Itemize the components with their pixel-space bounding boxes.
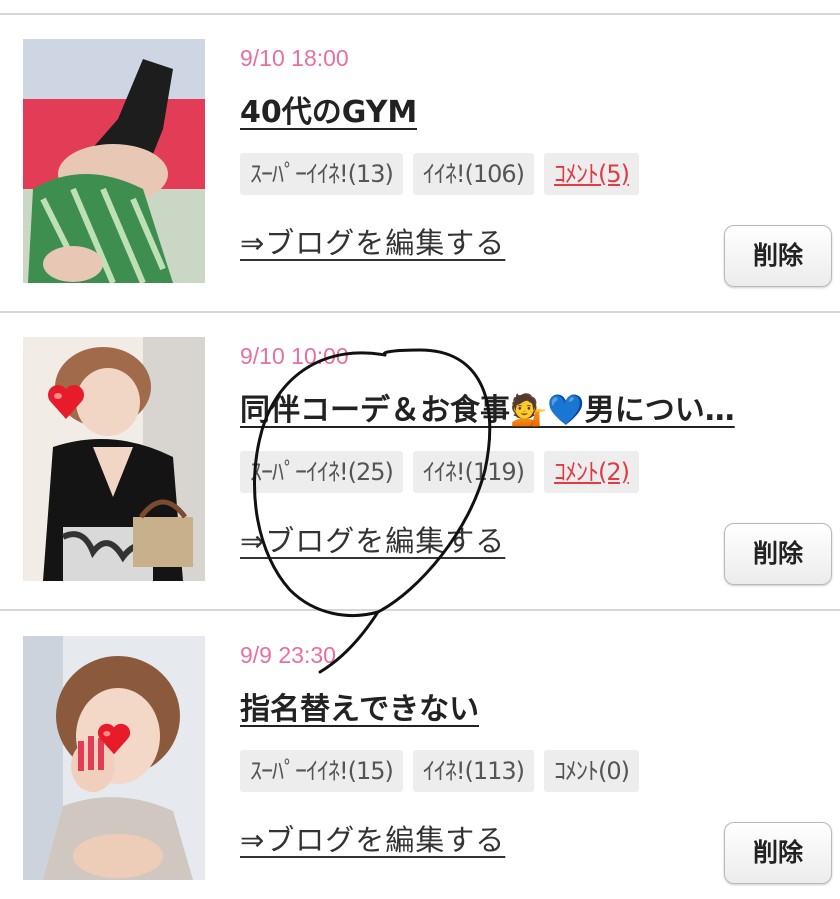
super-like-badge[interactable]: ｽｰﾊﾟｰｲｲﾈ!(15): [240, 750, 403, 792]
entry-title[interactable]: 指名替えできない: [240, 684, 479, 728]
delete-button[interactable]: 削除: [724, 225, 832, 287]
blog-entry: 9/9 23:30 指名替えできない ｽｰﾊﾟｰｲｲﾈ!(15) ｲｲﾈ!(11…: [0, 612, 840, 899]
entry-thumbnail[interactable]: [23, 39, 205, 283]
comment-badge[interactable]: ｺﾒﾝﾄ(0): [544, 750, 640, 792]
comment-badge[interactable]: ｺﾒﾝﾄ(2): [544, 451, 640, 493]
entry-date: 9/9 23:30: [240, 642, 336, 668]
super-like-badge[interactable]: ｽｰﾊﾟｰｲｲﾈ!(13): [240, 153, 403, 195]
entry-reactions: ｽｰﾊﾟｰｲｲﾈ!(13) ｲｲﾈ!(106) ｺﾒﾝﾄ(5): [240, 153, 640, 195]
entry-date: 9/10 10:00: [240, 343, 349, 369]
entry-title[interactable]: 同伴コーデ＆お食事💁💙男につい…: [240, 385, 735, 429]
entry-reactions: ｽｰﾊﾟｰｲｲﾈ!(15) ｲｲﾈ!(113) ｺﾒﾝﾄ(0): [240, 750, 640, 792]
heart-sticker-icon: [96, 722, 132, 760]
like-badge[interactable]: ｲｲﾈ!(119): [412, 451, 535, 493]
entry-reactions: ｽｰﾊﾟｰｲｲﾈ!(25) ｲｲﾈ!(119) ｺﾒﾝﾄ(2): [240, 451, 640, 493]
edit-blog-link[interactable]: ⇒ブログを編集する: [240, 518, 505, 560]
edit-blog-link[interactable]: ⇒ブログを編集する: [240, 817, 505, 859]
like-badge[interactable]: ｲｲﾈ!(106): [412, 153, 535, 195]
like-badge[interactable]: ｲｲﾈ!(113): [412, 750, 535, 792]
entry-divider: [0, 609, 840, 611]
comment-badge[interactable]: ｺﾒﾝﾄ(5): [544, 153, 640, 195]
delete-button[interactable]: 削除: [724, 822, 832, 884]
edit-blog-link[interactable]: ⇒ブログを編集する: [240, 220, 505, 262]
blog-entry: 9/10 10:00 同伴コーデ＆お食事💁💙男につい… ｽｰﾊﾟｰｲｲﾈ!(25…: [0, 313, 840, 611]
super-like-badge[interactable]: ｽｰﾊﾟｰｲｲﾈ!(25): [240, 451, 403, 493]
blog-entry: 9/10 18:00 40代のGYM ｽｰﾊﾟｰｲｲﾈ!(13) ｲｲﾈ!(10…: [0, 15, 840, 313]
heart-sticker-icon: [46, 383, 86, 425]
blog-list-page: 9/10 18:00 40代のGYM ｽｰﾊﾟｰｲｲﾈ!(13) ｲｲﾈ!(10…: [0, 0, 840, 899]
delete-button[interactable]: 削除: [724, 523, 832, 585]
entry-title[interactable]: 40代のGYM: [240, 87, 417, 131]
entry-thumbnail[interactable]: [23, 337, 205, 581]
entry-date: 9/10 18:00: [240, 45, 349, 71]
